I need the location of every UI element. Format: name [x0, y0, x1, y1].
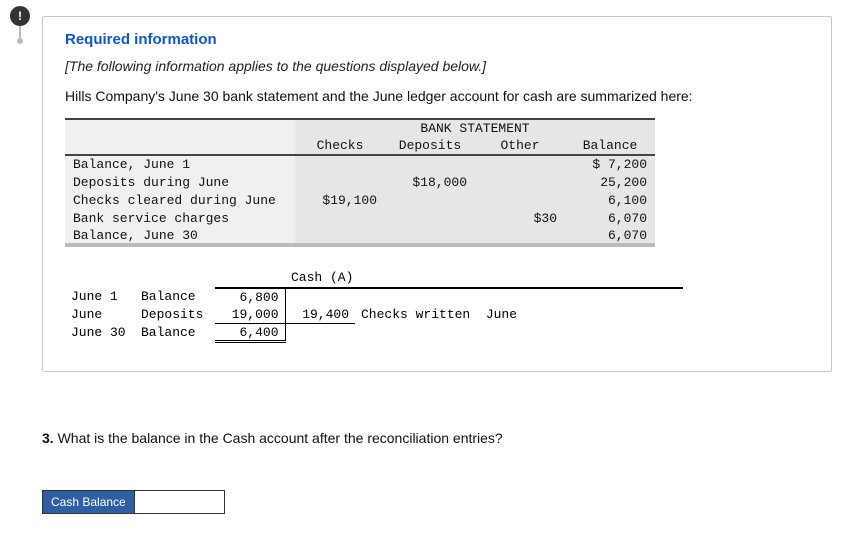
table-row: Checks cleared during June $19,100 6,100 [65, 191, 655, 209]
cash-t-account: Cash (A) June 1 Balance 6,800 June Depos… [65, 269, 683, 343]
cash-balance-input[interactable] [135, 490, 225, 514]
table-row: June 30 Balance 6,400 [65, 324, 683, 342]
table-row: Balance, June 30 6,070 [65, 227, 655, 245]
applies-note: [The following information applies to th… [65, 58, 809, 74]
cash-ledger-title: Cash (A) [285, 269, 523, 288]
question-text: 3. What is the balance in the Cash accou… [42, 430, 832, 446]
table-row: Balance, June 1 $ 7,200 [65, 155, 655, 173]
table-row: June 1 Balance 6,800 [65, 288, 683, 306]
rail-line [19, 26, 21, 38]
table-row: Deposits during June $18,000 25,200 [65, 173, 655, 191]
bank-statement-table: BANK STATEMENT Checks Deposits Other Bal… [65, 118, 655, 247]
question-body: What is the balance in the Cash account … [58, 430, 503, 446]
table-row: Bank service charges $30 6,070 [65, 209, 655, 227]
question-number: 3. [42, 430, 54, 446]
hdr-deposits: Deposits [385, 137, 475, 155]
hdr-other: Other [475, 137, 565, 155]
intro-paragraph: Hills Company's June 30 bank statement a… [65, 88, 809, 104]
table-row: June Deposits 19,000 19,400 Checks writt… [65, 306, 683, 324]
bank-statement-title: BANK STATEMENT [295, 119, 655, 137]
answer-label: Cash Balance [42, 490, 135, 514]
required-info-title: Required information [65, 31, 809, 48]
info-badge-rail: ! [10, 6, 30, 44]
exclamation-icon: ! [10, 6, 30, 26]
hdr-balance: Balance [565, 137, 655, 155]
hdr-checks: Checks [295, 137, 385, 155]
answer-row: Cash Balance [42, 490, 225, 514]
rail-dot [17, 38, 23, 44]
info-card: Required information [The following info… [42, 16, 832, 372]
